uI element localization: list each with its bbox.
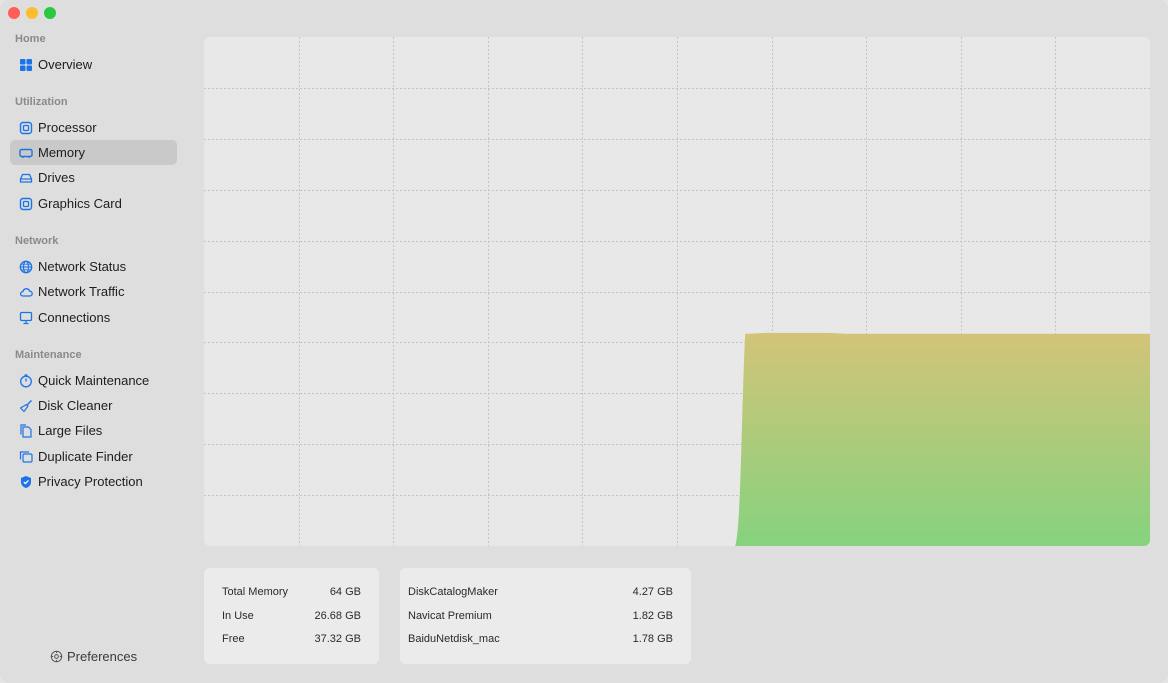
app-window: Home Overview Utilization Processor Memo… — [0, 0, 1168, 683]
sidebar-item-graphics-card[interactable]: Graphics Card — [10, 191, 177, 216]
sidebar-item-connections[interactable]: Connections — [10, 305, 177, 330]
section-title-utilization: Utilization — [15, 96, 68, 108]
memory-icon — [19, 146, 33, 160]
sidebar-item-large-files[interactable]: Large Files — [10, 418, 177, 443]
sidebar-item-label: Processor — [38, 120, 97, 135]
gear-icon — [50, 650, 63, 663]
preferences-button[interactable]: Preferences — [50, 649, 137, 664]
sidebar-item-processor[interactable]: Processor — [10, 115, 177, 140]
memory-area-chart-svg — [204, 37, 1150, 546]
sidebar-item-label: Disk Cleaner — [38, 398, 113, 413]
section-title-maintenance: Maintenance — [15, 349, 82, 361]
process-memory: 4.27 GB — [632, 586, 673, 598]
sidebar-item-label: Graphics Card — [38, 196, 122, 211]
memory-summary-card: Total Memory 64 GB In Use 26.68 GB Free … — [204, 568, 379, 664]
preferences-label: Preferences — [67, 649, 138, 664]
sidebar-item-drives[interactable]: Drives — [10, 165, 177, 190]
stat-value: 64 GB — [329, 586, 361, 598]
cloud-icon — [19, 285, 33, 299]
sidebar-item-label: Connections — [38, 310, 111, 325]
sidebar-item-network-traffic[interactable]: Network Traffic — [10, 279, 177, 304]
sidebar: Home Overview Utilization Processor Memo… — [0, 0, 188, 683]
sidebar-item-quick-maintenance[interactable]: Quick Maintenance — [10, 368, 177, 393]
stat-row-in-use: In Use 26.68 GB — [222, 605, 361, 629]
process-name: BaiduNetdisk_mac — [408, 633, 500, 645]
sidebar-item-label: Overview — [38, 57, 93, 72]
duplicate-icon — [19, 450, 33, 464]
top-processes-card: DiskCatalogMaker 4.27 GB Navicat Premium… — [400, 568, 691, 664]
sidebar-item-label: Privacy Protection — [38, 474, 143, 489]
sidebar-item-label: Network Traffic — [38, 284, 125, 299]
sidebar-item-label: Quick Maintenance — [38, 373, 150, 388]
process-name: Navicat Premium — [408, 609, 492, 622]
broom-icon — [19, 399, 33, 413]
memory-usage-area — [735, 332, 1150, 546]
stat-row-total: Total Memory 64 GB — [222, 581, 361, 605]
sidebar-item-duplicate-finder[interactable]: Duplicate Finder — [10, 444, 177, 469]
sidebar-item-label: Memory — [38, 145, 85, 160]
monitor-icon — [19, 311, 33, 325]
sidebar-item-label: Drives — [38, 170, 75, 185]
grid-icon — [19, 58, 33, 72]
process-name: DiskCatalogMaker — [408, 586, 498, 598]
process-memory: 1.82 GB — [632, 609, 673, 622]
stat-row-free: Free 37.32 GB — [222, 628, 361, 652]
documents-icon — [19, 423, 33, 438]
timer-icon — [19, 373, 33, 388]
drive-icon — [19, 171, 33, 185]
globe-icon — [19, 260, 33, 274]
stat-label: Total Memory — [222, 586, 289, 598]
sidebar-item-label: Duplicate Finder — [38, 449, 133, 464]
sidebar-item-overview[interactable]: Overview — [10, 52, 177, 77]
gpu-icon — [19, 197, 33, 211]
sidebar-item-label: Network Status — [38, 259, 127, 274]
process-row[interactable]: Navicat Premium 1.82 GB — [408, 605, 673, 629]
memory-usage-chart — [204, 37, 1150, 546]
process-row[interactable]: BaiduNetdisk_mac 1.78 GB — [408, 628, 673, 652]
process-row[interactable]: DiskCatalogMaker 4.27 GB — [408, 581, 673, 605]
sidebar-item-disk-cleaner[interactable]: Disk Cleaner — [10, 393, 177, 418]
sidebar-item-memory[interactable]: Memory — [10, 140, 177, 165]
stat-label: In Use — [222, 609, 254, 622]
sidebar-item-network-status[interactable]: Network Status — [10, 254, 177, 279]
chip-icon — [19, 121, 33, 135]
stat-label: Free — [222, 633, 245, 645]
stat-value: 26.68 GB — [314, 609, 361, 622]
stat-value: 37.32 GB — [314, 633, 361, 645]
sidebar-item-label: Large Files — [38, 423, 103, 438]
sidebar-item-privacy-protection[interactable]: Privacy Protection — [10, 469, 177, 494]
process-memory: 1.78 GB — [632, 633, 673, 645]
shield-icon — [19, 475, 33, 489]
section-title-home: Home — [15, 33, 46, 45]
section-title-network: Network — [15, 235, 59, 247]
